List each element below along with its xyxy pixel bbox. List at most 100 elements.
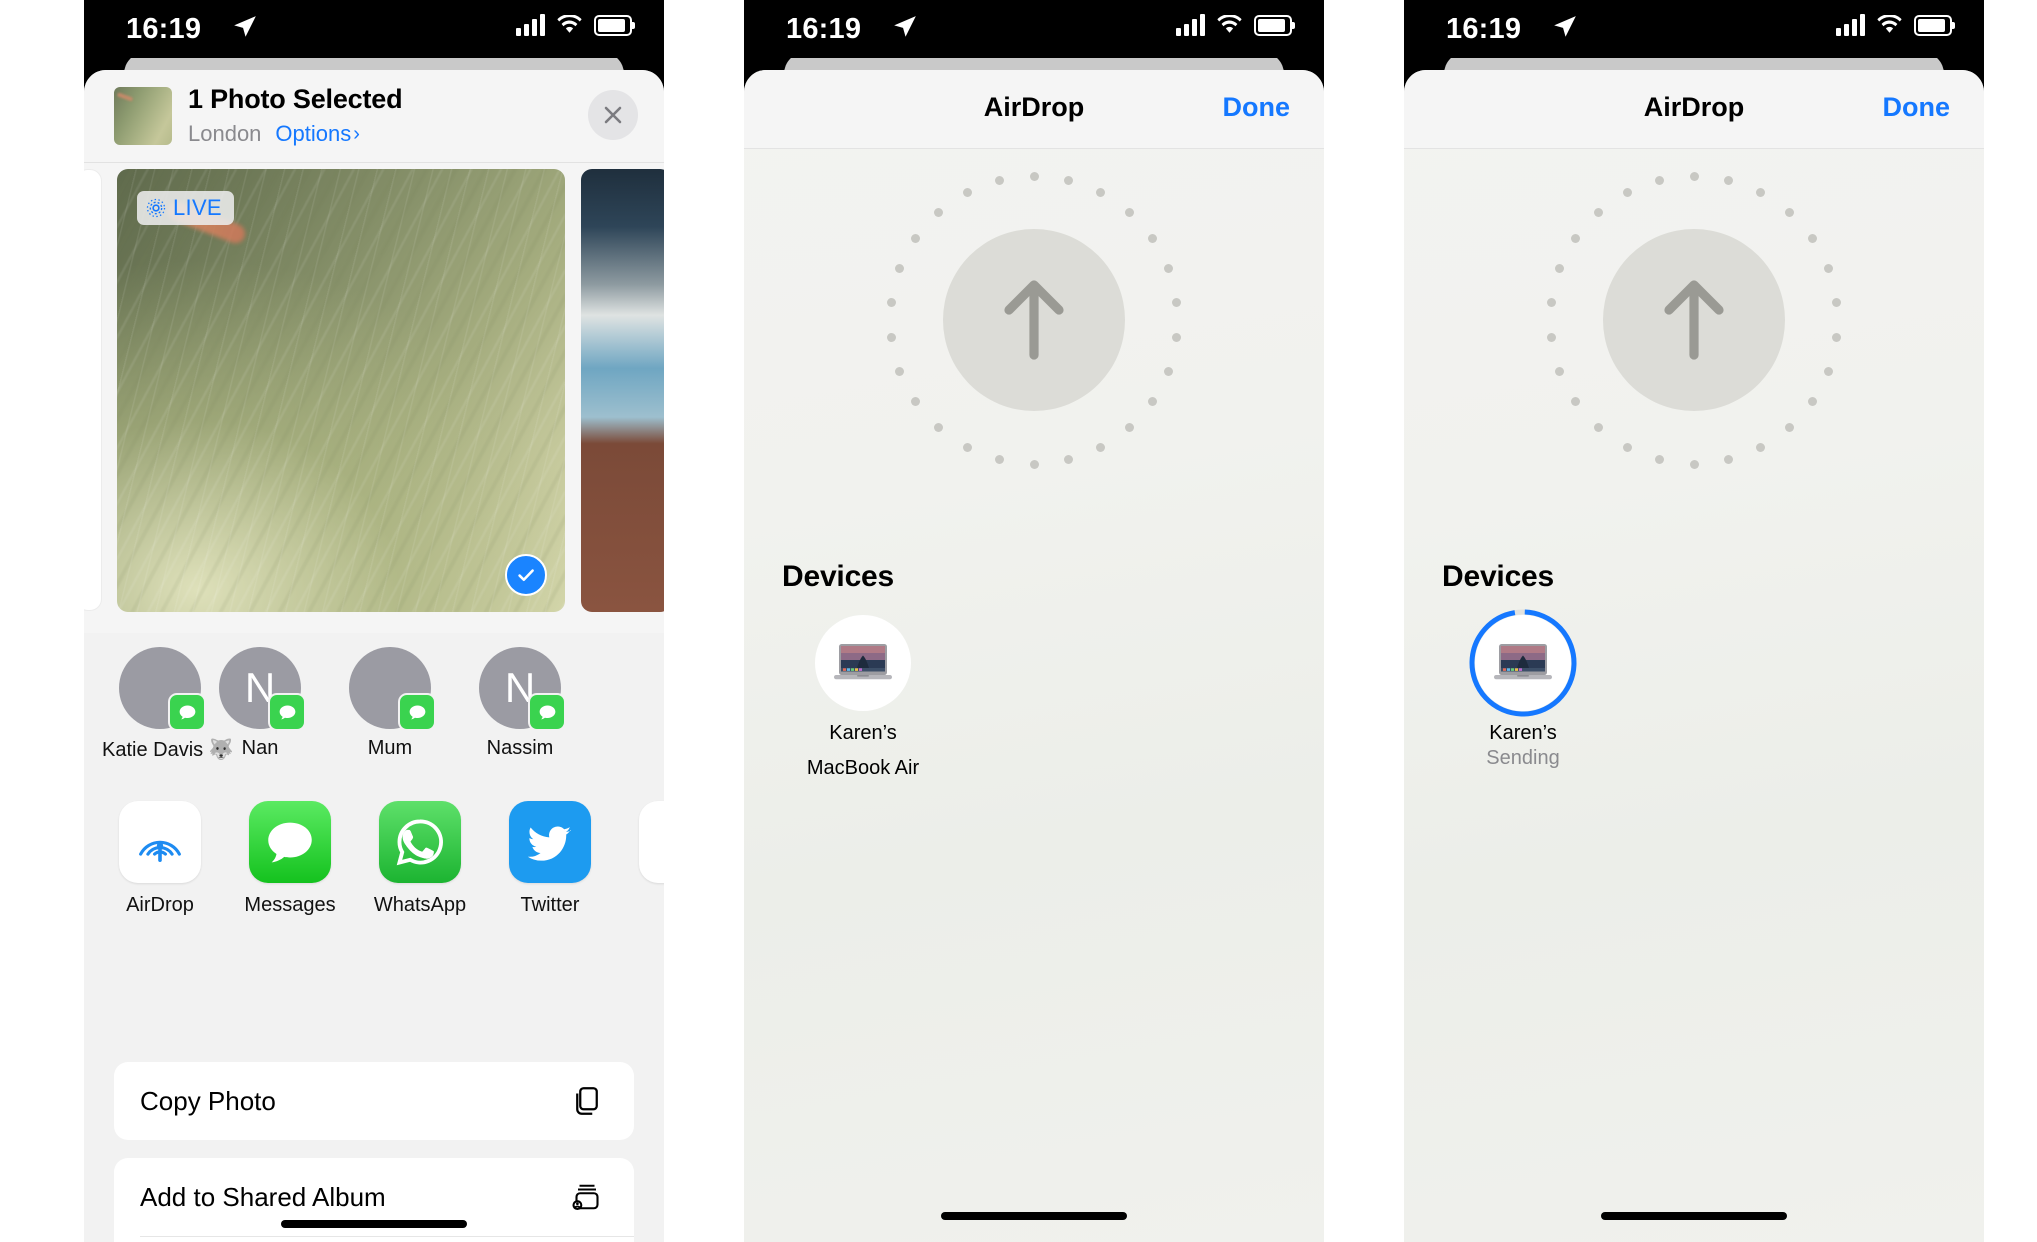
macbook-air-icon — [1490, 641, 1556, 685]
airdrop-arrow-circle — [943, 229, 1125, 411]
options-button[interactable]: Options › — [275, 121, 360, 147]
radar-dot — [995, 175, 1005, 185]
three-phone-screenshots: 16:19 1 Photo Selected London Options › … — [0, 0, 2037, 1242]
selected-photo[interactable]: LIVE — [117, 169, 565, 612]
photo-previous-partial[interactable] — [84, 169, 102, 611]
device-name-line1: Karen’s — [1489, 722, 1557, 744]
radar-dot — [1554, 366, 1564, 376]
radar-dot — [1029, 171, 1039, 181]
radar-dot — [1784, 207, 1794, 217]
share-app-messages[interactable]: Messages — [232, 801, 348, 917]
radar-dot — [1689, 171, 1699, 181]
radar-dot — [1723, 175, 1733, 185]
battery-icon — [1254, 14, 1295, 36]
live-photo-badge[interactable]: LIVE — [137, 191, 234, 225]
messages-badge-icon — [168, 693, 206, 731]
contact-item[interactable]: Mum — [332, 647, 448, 760]
home-indicator[interactable] — [281, 1220, 467, 1228]
contact-name: Mum — [367, 737, 413, 759]
radar-dot — [894, 264, 904, 274]
action-card-albums: Add to Shared Album Add to Album — [114, 1158, 634, 1242]
photo-next-partial[interactable] — [581, 169, 664, 612]
share-app-twitter[interactable]: Twitter — [492, 801, 608, 917]
phone-screenshot-airdrop-picker: 16:19 AirDrop Done Devices Karen’s MacBo… — [744, 0, 1324, 1242]
contact-name: Katie Davis 🐺 — [102, 739, 234, 761]
photo-selected-checkmark[interactable] — [505, 554, 547, 596]
radar-dot — [910, 233, 920, 243]
radar-dot — [1622, 187, 1632, 197]
panel-gap — [664, 0, 744, 1242]
messages-badge-icon — [528, 693, 566, 731]
radar-dot — [1824, 264, 1834, 274]
device-status: Sending — [1486, 747, 1560, 769]
radar-dot — [886, 298, 896, 308]
home-indicator[interactable] — [941, 1212, 1127, 1220]
radar-dot — [995, 455, 1005, 465]
airdrop-device-item[interactable]: Karen’s Sending — [1438, 609, 1608, 771]
page-title: 1 Photo Selected — [188, 84, 403, 114]
radar-dot — [1063, 175, 1073, 185]
cellular-signal-icon — [1176, 14, 1205, 36]
radar-dot — [1832, 332, 1842, 342]
radar-dot — [1594, 207, 1603, 217]
airdrop-panel: AirDrop Done Devices — [744, 70, 1324, 1242]
contact-item[interactable]: Katie Davis 🐺 — [102, 647, 234, 762]
radar-dot — [1554, 264, 1564, 274]
share-app-label: AirDrop — [126, 894, 194, 916]
battery-icon — [594, 14, 635, 36]
radar-dot — [934, 207, 943, 217]
panel-gap — [1324, 0, 1404, 1242]
contact-item[interactable]: N Nan — [202, 647, 318, 760]
radar-dot — [1622, 443, 1632, 452]
airdrop-device-item[interactable]: Karen’s MacBook Air — [778, 615, 948, 781]
share-apps-row: AirDrop Messages WhatsApp Twitter — [84, 793, 664, 958]
close-button[interactable] — [588, 90, 638, 140]
radar-dot — [1756, 187, 1766, 197]
done-button[interactable]: Done — [1883, 92, 1951, 123]
radar-dot — [1756, 443, 1766, 452]
action-row-add-to-album[interactable]: Add to Album — [114, 1236, 634, 1242]
home-indicator[interactable] — [1601, 1212, 1787, 1220]
avatar: N — [479, 647, 566, 731]
radar-dot — [1824, 366, 1834, 376]
shared-album-icon — [566, 1176, 608, 1218]
radar-dot — [1096, 443, 1106, 452]
radar-dot — [1164, 264, 1174, 274]
devices-section-header: Devices — [1442, 560, 1555, 593]
messages-badge-icon — [398, 693, 436, 731]
status-bar-time: 16:19 — [1446, 13, 1522, 45]
action-label: Add to Shared Album — [140, 1181, 386, 1212]
radar-dot — [1029, 459, 1039, 469]
radar-dot — [1808, 233, 1817, 243]
phone-screenshot-share-sheet: 16:19 1 Photo Selected London Options › … — [84, 0, 664, 1242]
share-app-label: WhatsApp — [373, 894, 467, 916]
action-card-copy: Copy Photo — [114, 1062, 634, 1140]
checkmark-icon — [518, 569, 534, 582]
radar-dot — [910, 397, 920, 407]
battery-icon — [1914, 14, 1955, 36]
action-row-copy-photo[interactable]: Copy Photo — [114, 1062, 634, 1140]
status-bar-indicators — [1176, 14, 1295, 36]
cellular-signal-icon — [1836, 14, 1865, 36]
device-avatar — [1469, 609, 1577, 717]
status-bar-indicators — [516, 14, 635, 36]
devices-section-header: Devices — [782, 560, 895, 593]
share-app-airdrop[interactable]: AirDrop — [102, 801, 218, 917]
airdrop-arrow-circle — [1603, 229, 1785, 411]
radar-dot — [962, 187, 972, 197]
phone-screenshot-airdrop-sending: 16:19 AirDrop Done Devices Karen’s Sendi… — [1404, 0, 1984, 1242]
slack-icon — [639, 801, 664, 883]
status-bar-time: 16:19 — [126, 13, 202, 45]
share-app-partial[interactable]: S — [622, 801, 664, 917]
radar-dot — [934, 423, 943, 433]
wifi-icon — [1216, 14, 1243, 35]
airdrop-radar — [744, 160, 1324, 480]
done-button[interactable]: Done — [1223, 92, 1291, 123]
share-app-label: Twitter — [520, 894, 580, 916]
radar-dot — [1689, 459, 1699, 469]
wifi-icon — [556, 14, 583, 35]
share-app-whatsapp[interactable]: WhatsApp — [362, 801, 478, 917]
airdrop-arrow-icon — [1004, 280, 1064, 360]
contact-item[interactable]: N Nassim — [462, 647, 578, 760]
radar-dot — [1172, 298, 1182, 308]
